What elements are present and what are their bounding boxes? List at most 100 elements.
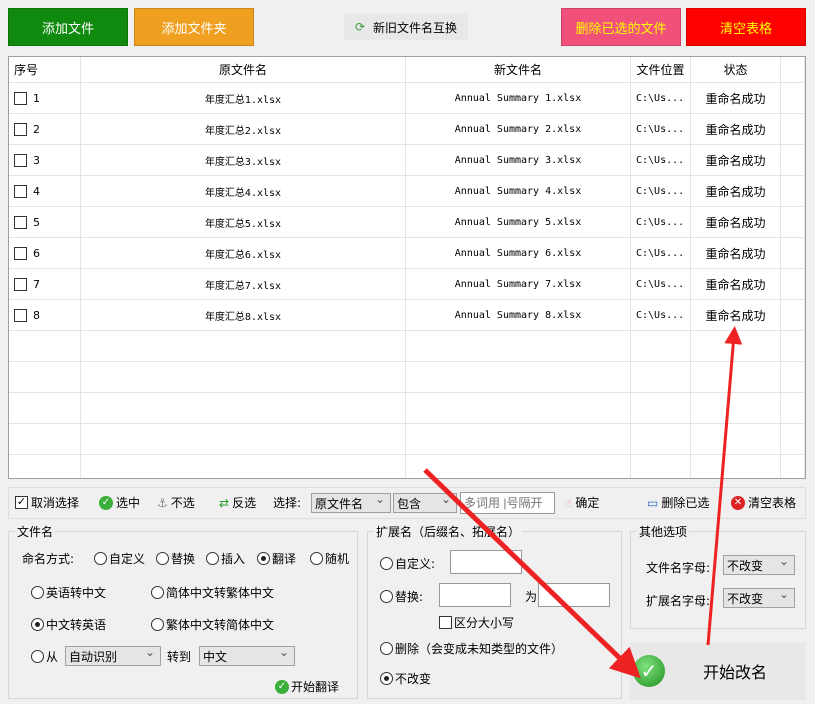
- empty-cell: [631, 424, 691, 454]
- mode-insert[interactable]: 插入: [206, 550, 245, 567]
- ext-replace-option[interactable]: 替换:: [380, 588, 423, 605]
- row-no[interactable]: 1: [9, 83, 81, 113]
- col-old-name[interactable]: 原文件名: [81, 57, 406, 82]
- filename-case-select[interactable]: 不改变: [723, 554, 795, 575]
- col-status[interactable]: 状态: [691, 57, 781, 82]
- empty-cell: [9, 393, 81, 423]
- empty-row: [9, 393, 805, 424]
- start-rename-button[interactable]: ✓ 开始改名: [630, 642, 806, 700]
- old-name-cell: 年度汇总7.xlsx: [81, 269, 406, 299]
- row-no-text: 6: [33, 246, 40, 260]
- row-no[interactable]: 3: [9, 145, 81, 175]
- col-no[interactable]: 序号: [9, 57, 81, 82]
- case-sensitive-checkbox[interactable]: 区分大小写: [439, 614, 514, 631]
- clear-table-small-button[interactable]: ✕ 清空表格: [731, 494, 796, 511]
- check-circle-icon: ✓: [633, 655, 665, 687]
- swap-icon: ⟳: [354, 20, 366, 34]
- empty-cell: [781, 424, 805, 454]
- filename-group-title: 文件名: [15, 523, 56, 540]
- row-no[interactable]: 8: [9, 300, 81, 330]
- zh-to-en-option[interactable]: 中文转英语: [31, 616, 106, 633]
- row-checkbox[interactable]: [14, 215, 27, 229]
- confirm-button[interactable]: ☝ 确定: [565, 494, 599, 511]
- row-checkbox[interactable]: [14, 246, 27, 260]
- table-row[interactable]: 5 年度汇总5.xlsx Annual Summary 5.xlsx C:\Us…: [9, 207, 805, 238]
- row-no[interactable]: 6: [9, 238, 81, 268]
- select-button[interactable]: ✓ 选中: [99, 494, 140, 511]
- delete-selected-files-button[interactable]: 删除已选的文件: [561, 8, 681, 46]
- radio-icon: [94, 552, 107, 565]
- start-translate-button[interactable]: ✓ 开始翻译: [275, 678, 339, 695]
- from-label: 从: [46, 650, 59, 664]
- start-rename-label: 开始改名: [703, 663, 768, 682]
- add-folder-button[interactable]: 添加文件夹: [134, 8, 254, 46]
- table-row[interactable]: 6 年度汇总6.xlsx Annual Summary 6.xlsx C:\Us…: [9, 238, 805, 269]
- anchor-icon: ⚓: [157, 495, 168, 510]
- row-no[interactable]: 7: [9, 269, 81, 299]
- col-path[interactable]: 文件位置: [631, 57, 691, 82]
- filename-case-label: 文件名字母:: [646, 561, 711, 575]
- swap-names-button[interactable]: ⟳ 新旧文件名互换: [344, 14, 468, 40]
- clear-table-button[interactable]: 清空表格: [686, 8, 806, 46]
- path-cell: C:\Us...: [631, 114, 691, 144]
- table-row[interactable]: 3 年度汇总3.xlsx Annual Summary 3.xlsx C:\Us…: [9, 145, 805, 176]
- mode-insert-label: 插入: [221, 552, 246, 566]
- t-to-s-option[interactable]: 繁体中文转简体中文: [151, 616, 274, 633]
- row-checkbox[interactable]: [14, 153, 27, 167]
- mode-label: 命名方式:: [22, 552, 75, 566]
- old-name-cell: 年度汇总2.xlsx: [81, 114, 406, 144]
- row-checkbox[interactable]: [14, 308, 27, 322]
- as-label: 为: [525, 590, 538, 604]
- ext-delete-option[interactable]: 删除（会变成未知类型的文件）: [380, 640, 563, 657]
- s-to-t-option[interactable]: 简体中文转繁体中文: [151, 584, 274, 601]
- new-name-cell: Annual Summary 8.xlsx: [406, 300, 631, 330]
- mode-replace[interactable]: 替换: [156, 550, 195, 567]
- col-new-name[interactable]: 新文件名: [406, 57, 631, 82]
- row-checkbox[interactable]: [14, 184, 27, 198]
- radio-selected-icon: [380, 672, 393, 685]
- empty-cell: [81, 424, 406, 454]
- deselect-label: 取消选择: [31, 496, 80, 510]
- mode-random[interactable]: 随机: [310, 550, 349, 567]
- deselect-button[interactable]: ✓ 取消选择: [15, 494, 79, 511]
- delete-selected-button[interactable]: ▭ 删除已选: [647, 494, 709, 511]
- status-cell: 重命名成功: [691, 300, 781, 330]
- table-row[interactable]: 8 年度汇总8.xlsx Annual Summary 8.xlsx C:\Us…: [9, 300, 805, 331]
- row-no[interactable]: 2: [9, 114, 81, 144]
- to-language-select[interactable]: 中文: [199, 645, 295, 666]
- add-file-button[interactable]: 添加文件: [8, 8, 128, 46]
- mode-custom[interactable]: 自定义: [94, 550, 145, 567]
- row-no[interactable]: 4: [9, 176, 81, 206]
- table-row[interactable]: 2 年度汇总2.xlsx Annual Summary 2.xlsx C:\Us…: [9, 114, 805, 145]
- row-checkbox[interactable]: [14, 91, 27, 105]
- table-row[interactable]: 1 年度汇总1.xlsx Annual Summary 1.xlsx C:\Us…: [9, 83, 805, 114]
- row-no-text: 3: [33, 153, 40, 167]
- select-label: 选中: [116, 496, 141, 510]
- field-select[interactable]: 原文件名: [311, 492, 391, 513]
- mode-translate[interactable]: 翻译: [257, 550, 296, 567]
- ext-replace-from-input[interactable]: [439, 583, 511, 607]
- from-language-select[interactable]: 自动识别: [65, 645, 161, 666]
- table-row[interactable]: 4 年度汇总4.xlsx Annual Summary 4.xlsx C:\Us…: [9, 176, 805, 207]
- ext-custom-input[interactable]: [450, 550, 522, 574]
- table-row[interactable]: 7 年度汇总7.xlsx Annual Summary 7.xlsx C:\Us…: [9, 269, 805, 300]
- status-cell: 重命名成功: [691, 238, 781, 268]
- row-checkbox[interactable]: [14, 277, 27, 291]
- window-icon: ▭: [647, 495, 659, 510]
- ext-keep-option[interactable]: 不改变: [380, 670, 431, 687]
- ext-replace-to-input[interactable]: [538, 583, 610, 607]
- row-checkbox[interactable]: [14, 122, 27, 136]
- radio-icon: [151, 618, 164, 631]
- invert-button[interactable]: ⇄ 反选: [219, 494, 256, 511]
- ext-case-select[interactable]: 不改变: [723, 587, 795, 608]
- radio-icon: [380, 642, 393, 655]
- unselect-button[interactable]: ⚓ 不选: [157, 494, 195, 511]
- en-to-zh-option[interactable]: 英语转中文: [31, 584, 106, 601]
- empty-cell: [631, 455, 691, 478]
- empty-row: [9, 455, 805, 478]
- ext-custom-option[interactable]: 自定义:: [380, 555, 435, 572]
- keyword-input[interactable]: [460, 492, 555, 514]
- match-select[interactable]: 包含: [393, 492, 457, 513]
- row-no[interactable]: 5: [9, 207, 81, 237]
- from-option[interactable]: 从: [31, 648, 58, 665]
